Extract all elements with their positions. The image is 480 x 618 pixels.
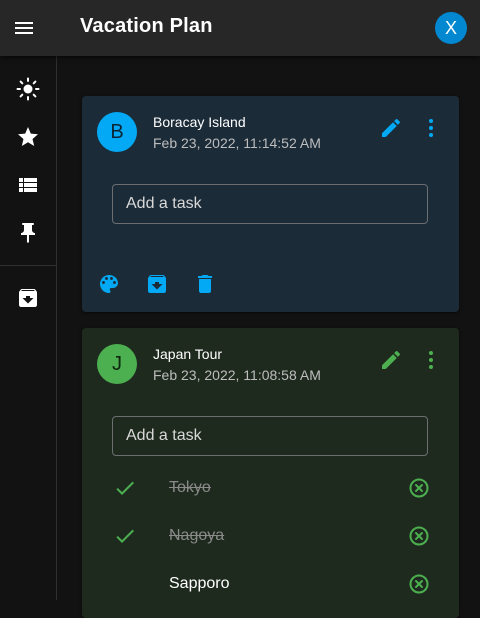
remove-task-icon[interactable] [407,476,431,500]
task-label: Nagoya [169,527,225,544]
more-vert-icon[interactable] [419,348,443,372]
edit-icon[interactable] [379,348,403,372]
pin-icon[interactable] [16,221,40,245]
check-icon[interactable] [113,524,137,548]
more-vert-icon[interactable] [419,116,443,140]
task-row: Tokyo [82,464,459,512]
star-icon[interactable] [16,125,40,149]
note-card: B Boracay Island Feb 23, 2022, 11:14:52 … [82,96,459,312]
brightness-icon[interactable] [16,77,40,101]
note-card: J Japan Tour Feb 23, 2022, 11:08:58 AM T… [82,328,459,618]
app-title: Vacation Plan [80,15,213,37]
task-row: Sapporo [82,560,459,608]
task-label: Sapporo [169,575,230,592]
card-title: Japan Tour [153,346,223,362]
archive-icon[interactable] [16,286,40,310]
delete-icon[interactable] [193,272,217,296]
remove-task-icon[interactable] [407,524,431,548]
check-icon[interactable] [113,476,137,500]
list-icon[interactable] [16,173,40,197]
app-bar: Vacation Plan X [0,0,480,56]
card-date: Feb 23, 2022, 11:08:58 AM [153,367,321,383]
menu-icon[interactable] [12,16,36,40]
user-avatar[interactable]: X [435,12,467,44]
sidebar-divider [0,265,56,266]
task-label: Tokyo [169,479,211,496]
task-row: Nagoya [82,512,459,560]
archive-icon[interactable] [145,272,169,296]
card-title: Boracay Island [153,114,246,130]
remove-task-icon[interactable] [407,572,431,596]
sidebar [0,56,57,600]
edit-icon[interactable] [379,116,403,140]
palette-icon[interactable] [97,272,121,296]
card-date: Feb 23, 2022, 11:14:52 AM [153,135,321,151]
card-avatar: B [97,112,137,152]
card-avatar: J [97,344,137,384]
add-task-input[interactable] [112,416,428,456]
add-task-input[interactable] [112,184,428,224]
